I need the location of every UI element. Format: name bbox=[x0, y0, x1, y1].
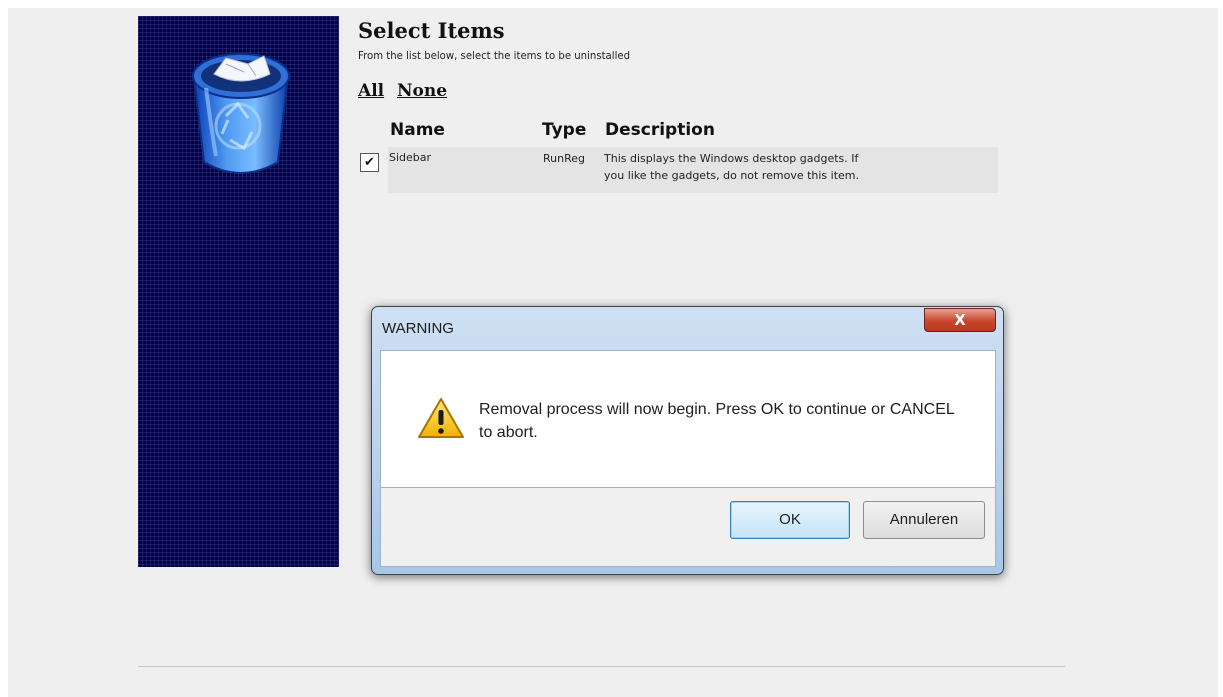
row-description-line-1: This displays the Windows desktop gadget… bbox=[604, 152, 859, 165]
sidebar-checkbox[interactable]: ✔ bbox=[360, 153, 379, 172]
bottom-divider bbox=[138, 666, 1065, 667]
column-header-type: Type bbox=[542, 120, 587, 140]
warning-dialog: WARNING X Removal process will now begin… bbox=[371, 306, 1004, 575]
close-icon: X bbox=[954, 311, 966, 329]
row-name: Sidebar bbox=[389, 151, 432, 164]
warning-icon bbox=[418, 398, 464, 438]
column-header-description: Description bbox=[605, 120, 715, 140]
cancel-button[interactable]: Annuleren bbox=[863, 501, 985, 539]
ok-button[interactable]: OK bbox=[730, 501, 850, 539]
check-mark-icon: ✔ bbox=[364, 155, 375, 170]
column-header-name: Name bbox=[390, 120, 445, 140]
dialog-body: Removal process will now begin. Press OK… bbox=[380, 350, 996, 488]
page-subtitle: From the list below, select the items to… bbox=[358, 49, 631, 62]
page-title: Select Items bbox=[358, 18, 505, 43]
row-description-line-2: you like the gadgets, do not remove this… bbox=[604, 169, 860, 182]
close-button[interactable]: X bbox=[924, 308, 996, 332]
dialog-footer: OK Annuleren bbox=[380, 488, 996, 567]
select-all-link[interactable]: All bbox=[358, 81, 384, 101]
dialog-title: WARNING bbox=[382, 320, 454, 337]
select-none-link[interactable]: None bbox=[397, 81, 447, 101]
recycle-bin-icon bbox=[192, 53, 290, 174]
dialog-message: Removal process will now begin. Press OK… bbox=[479, 401, 955, 441]
row-type: RunReg bbox=[543, 152, 585, 165]
